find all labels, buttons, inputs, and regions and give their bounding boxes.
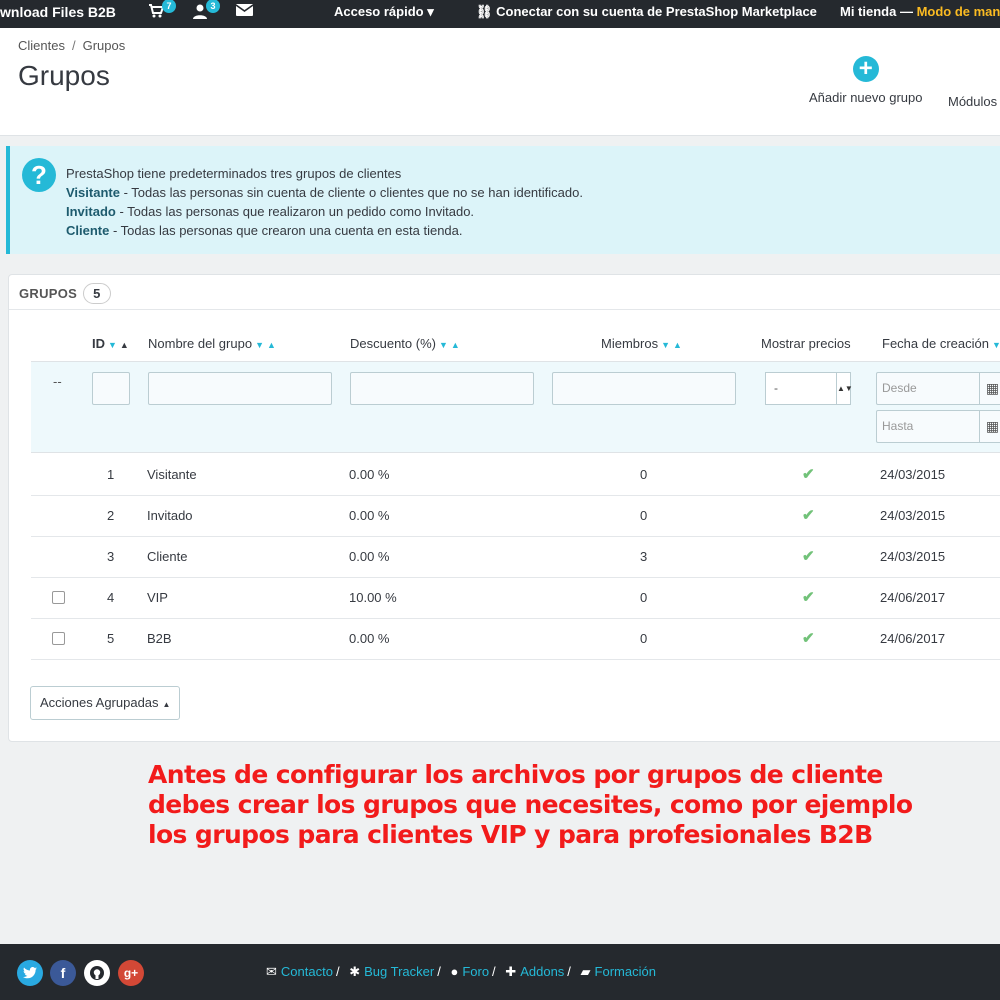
filter-members-input[interactable] [552,372,736,405]
breadcrumb: Clientes / Grupos [18,38,126,53]
panel-heading: GRUPOS 5 [19,283,111,304]
column-header-date[interactable]: Fecha de creación ▼ [882,336,1000,351]
column-header-id[interactable]: ID ▼ ▲ [92,336,129,351]
column-header-show-prices: Mostrar precios [761,336,851,351]
sort-asc-icon: ▲ [450,340,460,350]
envelope-icon: ✉ [266,964,277,979]
info-alert: ? PrestaShop tiene predeterminados tres … [6,146,1000,254]
check-icon: ✔ [802,548,815,565]
maintenance-mode-label: Modo de man [916,4,1000,19]
footer-link-formacion[interactable]: Formación [595,964,656,979]
breadcrumb-grupos: Grupos [82,38,126,53]
github-icon[interactable] [84,960,110,986]
bulk-actions-button[interactable]: Acciones Agrupadas ▲ [30,686,181,720]
sort-asc-icon: ▲ [119,340,129,350]
groups-panel: GRUPOS 5 ID ▼ ▲ Nombre del grupo ▼ ▲ Descuent… [8,274,1000,742]
book-icon: ▰ [580,964,591,979]
alert-item: Cliente - Todas las personas que crearon… [66,223,463,238]
filter-date-to[interactable]: Hasta ▦ [876,410,1000,443]
envelope-icon[interactable] [235,3,254,21]
comments-icon: ● [450,964,459,979]
sort-asc-icon: ▲ [673,340,682,350]
twitter-icon[interactable] [17,960,43,986]
facebook-icon[interactable]: f [50,960,76,986]
column-header-members[interactable]: Miembros ▼ ▲ [601,336,682,351]
select-arrows-icon: ▲▼ [836,373,853,404]
user-icon[interactable]: 3 [192,0,220,21]
sort-asc-icon: ▲ [266,340,276,350]
filter-discount-input[interactable] [350,372,534,405]
footer-link-addons[interactable]: Addons [520,964,564,979]
row-checkbox[interactable] [52,632,65,645]
filter-show-prices-select[interactable]: - ▲▼ [765,372,853,405]
sort-desc-icon: ▼ [438,340,448,350]
caret-down-icon: ▾ [427,4,434,19]
marketplace-connect-link[interactable]: ⛓ Conectar con su cuenta de PrestaShop M… [476,4,817,20]
sort-desc-icon: ▼ [991,340,1000,350]
page-header: Clientes / Grupos Grupos + Añadir nuevo gr… [0,28,1000,136]
bug-icon: ✱ [349,964,361,979]
question-icon: ? [22,158,56,192]
add-group-button[interactable]: + Añadir nuevo grupo [809,56,922,106]
table-row[interactable]: 2 Invitado 0.00 % 0 ✔ 24/03/2015 [31,496,1000,537]
filter-date-from[interactable]: Desde ▦ [876,372,1000,405]
footer-link-contacto[interactable]: Contacto [281,964,333,979]
shop-name[interactable]: wnload Files B2B [0,4,116,20]
calendar-icon[interactable]: ▦ [979,373,1000,404]
sort-desc-icon: ▼ [255,340,264,350]
check-icon: ✔ [802,507,815,524]
alert-intro: PrestaShop tiene predeterminados tres gr… [66,166,402,181]
check-icon: ✔ [802,630,815,647]
footer-link-foro[interactable]: Foro [462,964,489,979]
alert-item: Invitado - Todas las personas que realiz… [66,204,475,219]
filter-name-input[interactable] [148,372,332,405]
filter-row: -- - ▲▼ Desde ▦ Hasta ▦ [31,361,1000,453]
table-row[interactable]: 1 Visitante 0.00 % 0 ✔ 24/03/2015 [31,455,1000,496]
table-row[interactable]: 3 Cliente 0.00 % 3 ✔ 24/03/2015 [31,537,1000,578]
table-row[interactable]: 5 B2B 0.00 % 0 ✔ 24/06/2017 [31,619,1000,660]
store-link[interactable]: Mi tienda — Modo de man [840,4,1000,19]
check-icon: ✔ [802,466,815,483]
column-header-discount[interactable]: Descuento (%) ▼ ▲ [350,336,460,351]
check-icon: ✔ [802,589,815,606]
breadcrumb-clientes[interactable]: Clientes [18,38,65,53]
column-header-name[interactable]: Nombre del grupo ▼ ▲ [148,336,276,351]
modules-button[interactable]: Módulos [948,94,997,109]
promo-text: Antes de configurar los archivos por gru… [148,760,913,849]
table-row[interactable]: 4 VIP 10.00 % 0 ✔ 24/06/2017 [31,578,1000,619]
plus-circle-icon: + [852,56,879,82]
google-plus-icon[interactable]: g+ [118,960,144,986]
filter-dashes: -- [53,374,62,389]
quick-access-menu[interactable]: Acceso rápido ▾ [334,4,434,20]
caret-up-icon: ▲ [162,700,171,709]
puzzle-icon: ✚ [505,964,517,979]
calendar-icon[interactable]: ▦ [979,411,1000,442]
cart-icon[interactable]: 7 [148,0,176,21]
link-icon: ⛓ [476,4,493,19]
customers-badge: 3 [206,0,220,13]
filter-id-input[interactable] [92,372,130,405]
cart-badge: 7 [162,0,176,13]
footer-links: ✉ Contacto / ✱ Bug Tracker / ● Foro / ✚ Addons /… [266,964,656,979]
page-title: Grupos [18,60,110,91]
row-checkbox[interactable] [52,591,65,604]
top-navbar: wnload Files B2B 7 3 Acceso rápido ▾ ⛓ C… [0,0,1000,28]
sort-desc-icon: ▼ [108,340,117,350]
footer: f g+ ✉ Contacto / ✱ Bug Tracker / ● Foro / ✚ Ad… [0,944,1000,1000]
alert-item: Visitante - Todas las personas sin cuent… [66,185,583,200]
footer-link-bug-tracker[interactable]: Bug Tracker [364,964,434,979]
groups-count-badge: 5 [83,283,111,304]
sort-desc-icon: ▼ [661,340,670,350]
